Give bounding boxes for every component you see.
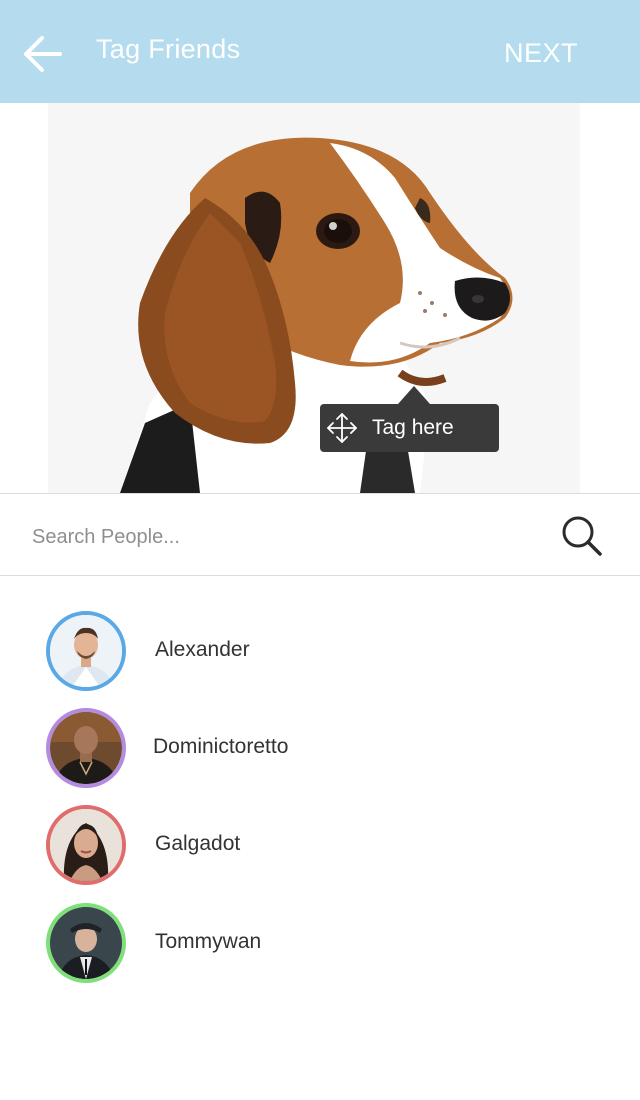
person-name: Tommywan — [155, 930, 262, 953]
avatar — [46, 611, 126, 691]
person-name: Dominictoretto — [153, 735, 289, 758]
search-bar — [0, 493, 640, 576]
search-input[interactable] — [30, 516, 514, 558]
person-row-alexander[interactable]: Alexander — [0, 605, 640, 695]
avatar — [46, 805, 126, 885]
person-name: Galgadot — [155, 832, 241, 855]
next-button[interactable]: NEXT — [504, 38, 578, 69]
person-row-galgadot[interactable]: Galgadot — [0, 799, 640, 889]
avatar — [46, 903, 126, 983]
avatar — [46, 708, 126, 788]
back-button[interactable] — [18, 30, 66, 78]
tag-here-label: Tag here — [372, 416, 454, 439]
person-row-tommywan[interactable]: Tommywan — [0, 897, 640, 987]
person-name: Alexander — [155, 638, 250, 661]
tag-here-bubble[interactable]: Tag here — [320, 386, 499, 452]
page-title: Tag Friends — [96, 34, 241, 64]
person-row-dominictoretto[interactable]: Dominictoretto — [0, 702, 640, 792]
back-arrow-icon — [24, 36, 62, 72]
move-icon — [327, 413, 357, 443]
search-icon[interactable] — [560, 514, 604, 558]
app-bar: Tag Friends NEXT — [0, 0, 640, 103]
